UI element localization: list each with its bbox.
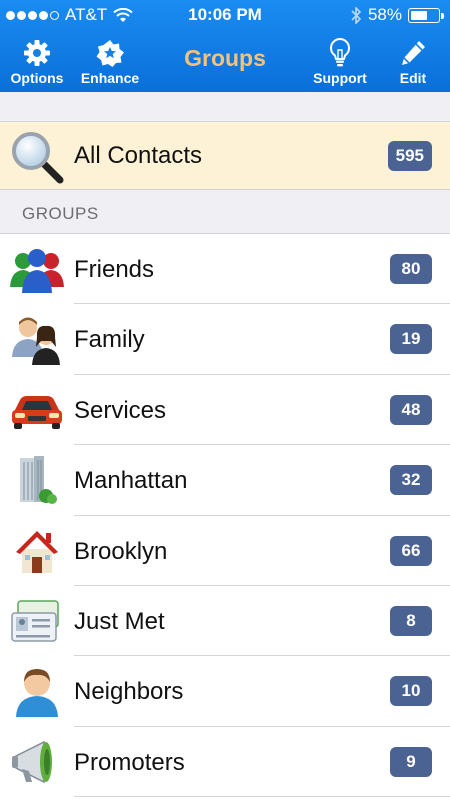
support-button[interactable]: Support xyxy=(310,36,370,86)
group-label: Family xyxy=(74,326,145,354)
group-label: Just Met xyxy=(74,607,165,635)
count-badge: 32 xyxy=(390,465,432,496)
count-badge: 595 xyxy=(387,141,432,171)
group-label: Promoters xyxy=(74,748,185,776)
navigation-header: AT&T 10:06 PM 58% Options Enhance Groups… xyxy=(0,0,450,92)
count-badge: 10 xyxy=(390,676,432,707)
megaphone-icon xyxy=(12,740,52,783)
group-label: Neighbors xyxy=(74,678,184,706)
groups-list: Friends 80 Family 19 Services 48 Manhatt… xyxy=(0,234,450,798)
count-badge: 66 xyxy=(390,535,432,566)
status-bar: AT&T 10:06 PM 58% xyxy=(0,0,450,30)
people-group-icon xyxy=(10,249,64,293)
house-icon xyxy=(16,530,58,573)
top-spacer xyxy=(0,92,450,122)
support-label: Support xyxy=(313,70,367,86)
count-badge: 80 xyxy=(390,254,432,284)
all-contacts-row[interactable]: All Contacts 595 xyxy=(0,122,450,190)
group-row-promoters[interactable]: Promoters 9 xyxy=(0,726,450,798)
car-icon xyxy=(12,395,62,429)
group-row-family[interactable]: Family 19 xyxy=(0,304,450,375)
edit-button[interactable]: Edit xyxy=(392,36,434,86)
enhance-button[interactable]: Enhance xyxy=(78,36,142,86)
battery-icon xyxy=(408,7,444,23)
options-button[interactable]: Options xyxy=(8,36,66,86)
options-label: Options xyxy=(10,70,64,86)
group-row-manhattan[interactable]: Manhattan 32 xyxy=(0,445,450,516)
page-title: Groups xyxy=(184,45,266,71)
business-card-icon xyxy=(11,600,59,642)
edit-label: Edit xyxy=(399,70,427,86)
group-label: Brooklyn xyxy=(74,537,168,565)
count-badge: 48 xyxy=(390,394,432,425)
group-label: Services xyxy=(74,396,167,424)
person-icon xyxy=(16,669,58,718)
group-row-friends[interactable]: Friends 80 xyxy=(0,234,450,305)
all-contacts-label: All Contacts xyxy=(74,142,203,169)
section-header-label: GROUPS xyxy=(22,204,99,223)
group-row-just-met[interactable]: Just Met 8 xyxy=(0,585,450,657)
building-icon xyxy=(20,456,57,505)
magnifier-icon xyxy=(12,132,64,184)
group-label: Friends xyxy=(74,256,155,283)
family-icon xyxy=(12,317,60,366)
group-label: Manhattan xyxy=(74,467,188,495)
pencil-icon xyxy=(402,41,425,65)
star-badge-icon xyxy=(96,40,124,67)
group-row-services[interactable]: Services 48 xyxy=(0,374,450,446)
section-header: GROUPS xyxy=(0,190,450,234)
enhance-label: Enhance xyxy=(80,70,140,86)
lightbulb-icon xyxy=(329,37,351,67)
count-badge: 8 xyxy=(390,605,432,636)
bluetooth-icon xyxy=(351,6,362,24)
gear-icon xyxy=(24,40,50,66)
battery-percent: 58% xyxy=(367,5,402,24)
group-row-neighbors[interactable]: Neighbors 10 xyxy=(0,656,450,727)
count-badge: 9 xyxy=(390,746,432,777)
group-row-brooklyn[interactable]: Brooklyn 66 xyxy=(0,515,450,586)
count-badge: 19 xyxy=(390,324,432,355)
